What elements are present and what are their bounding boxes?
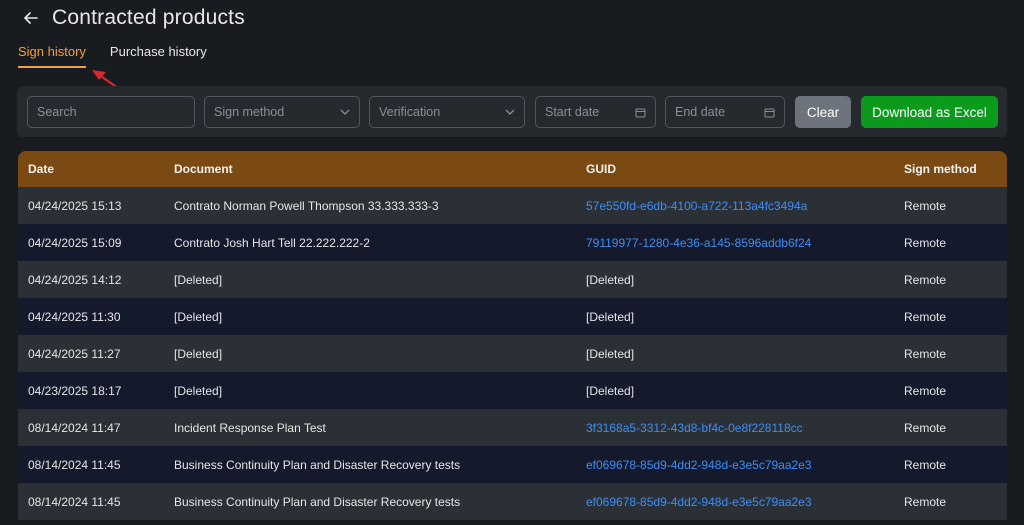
cell-sign-method: Remote	[904, 235, 947, 250]
cell-document: Business Continuity Plan and Disaster Re…	[174, 494, 461, 509]
cell-sign-method: Remote	[904, 494, 947, 509]
start-date-field[interactable]: Start date	[535, 96, 656, 128]
column-header-guid[interactable]: GUID	[576, 151, 894, 187]
cell-date: 04/24/2025 15:13	[28, 198, 122, 213]
cell-guid-link[interactable]: 57e550fd-e6db-4100-a722-113a4fc3494a	[576, 187, 894, 224]
table-row[interactable]: 08/14/2024 11:45 Business Continuity Plan…	[18, 483, 1007, 520]
cell-document: Contrato Josh Hart Tell 22.222.222-2	[174, 235, 370, 250]
clear-button[interactable]: Clear	[795, 96, 851, 128]
table-row[interactable]: 04/24/2025 11:27 [Deleted] [Deleted] Remote	[18, 335, 1007, 372]
table-header-row: Date Document GUID Sign method	[18, 151, 1007, 187]
cell-guid: [Deleted]	[586, 346, 635, 361]
cell-date: 04/24/2025 14:12	[28, 272, 122, 287]
table-row[interactable]: 04/24/2025 15:09 Contrato Josh Hart Tell …	[18, 224, 1007, 261]
table-row[interactable]: 04/23/2025 18:17 [Deleted] [Deleted] Remote	[18, 372, 1007, 409]
cell-date: 04/23/2025 18:17	[28, 383, 122, 398]
verification-label: Verification	[379, 105, 441, 119]
tab-sign-history[interactable]: Sign history	[18, 44, 86, 68]
calendar-icon[interactable]	[764, 107, 775, 118]
cell-guid: [Deleted]	[586, 272, 635, 287]
cell-sign-method: Remote	[904, 309, 947, 324]
cell-guid: [Deleted]	[586, 309, 635, 324]
cell-date: 04/24/2025 11:30	[28, 309, 121, 324]
column-header-date[interactable]: Date	[18, 151, 164, 187]
sign-history-table: Date Document GUID Sign method 04/24/202…	[18, 151, 1007, 525]
sign-method-select[interactable]: Sign method	[204, 96, 360, 128]
cell-guid-link[interactable]: ef069678-85d9-4dd2-948d-e3e5c79aa2e3	[576, 446, 894, 483]
cell-document: [Deleted]	[174, 383, 223, 398]
search-input[interactable]	[37, 105, 185, 119]
start-date-label: Start date	[545, 105, 600, 119]
cell-guid-link[interactable]: 3f3168a5-3312-43d8-bf4c-0e8f228118cc	[576, 409, 894, 446]
table-body: 04/24/2025 15:13 Contrato Norman Powell T…	[18, 187, 1007, 520]
cell-date: 08/14/2024 11:45	[28, 494, 121, 509]
calendar-icon[interactable]	[635, 107, 646, 118]
table-row[interactable]: 04/24/2025 15:13 Contrato Norman Powell T…	[18, 187, 1007, 224]
cell-date: 04/24/2025 15:09	[28, 235, 122, 250]
table-row[interactable]: 04/24/2025 11:30 [Deleted] [Deleted] Remote	[18, 298, 1007, 335]
cell-document: Contrato Norman Powell Thompson 33.333.3…	[174, 198, 439, 213]
arrow-left-icon[interactable]	[22, 9, 40, 27]
cell-date: 08/14/2024 11:47	[28, 420, 121, 435]
cell-sign-method: Remote	[904, 198, 947, 213]
cell-sign-method: Remote	[904, 383, 947, 398]
end-date-field[interactable]: End date	[665, 96, 785, 128]
cell-sign-method: Remote	[904, 346, 947, 361]
cell-sign-method: Remote	[904, 420, 947, 435]
end-date-label: End date	[675, 105, 726, 119]
cell-date: 04/24/2025 11:27	[28, 346, 121, 361]
cell-document: [Deleted]	[174, 346, 223, 361]
cell-document: [Deleted]	[174, 272, 223, 287]
search-field	[27, 96, 195, 128]
cell-sign-method: Remote	[904, 457, 947, 472]
cell-document: Incident Response Plan Test	[174, 420, 326, 435]
tab-bar: Sign history Purchase history	[18, 44, 207, 68]
chevron-down-icon	[505, 109, 515, 115]
table-row[interactable]: 04/24/2025 14:12 [Deleted] [Deleted] Remote	[18, 261, 1007, 298]
table-row[interactable]: 08/14/2024 11:45 Business Continuity Plan…	[18, 446, 1007, 483]
page-title: Contracted products	[52, 6, 245, 29]
cell-guid-link[interactable]: ef069678-85d9-4dd2-948d-e3e5c79aa2e3	[576, 483, 894, 520]
download-excel-button[interactable]: Download as Excel	[861, 96, 998, 128]
cell-guid-link[interactable]: 79119977-1280-4e36-a145-8596addb6f24	[576, 224, 894, 261]
column-header-document[interactable]: Document	[164, 151, 576, 187]
column-header-sign-method[interactable]: Sign method	[894, 151, 1007, 187]
tab-purchase-history[interactable]: Purchase history	[110, 44, 207, 65]
chevron-down-icon	[340, 109, 350, 115]
cell-sign-method: Remote	[904, 272, 947, 287]
cell-guid: [Deleted]	[586, 383, 635, 398]
cell-document: [Deleted]	[174, 309, 223, 324]
cell-document: Business Continuity Plan and Disaster Re…	[174, 457, 461, 472]
page-header: Contracted products	[22, 4, 245, 32]
cell-date: 08/14/2024 11:45	[28, 457, 121, 472]
verification-select[interactable]: Verification	[369, 96, 525, 128]
sign-method-label: Sign method	[214, 105, 285, 119]
table-row[interactable]: 08/14/2024 11:47 Incident Response Plan T…	[18, 409, 1007, 446]
filter-bar: Sign method Verification Start date End …	[17, 86, 1007, 137]
